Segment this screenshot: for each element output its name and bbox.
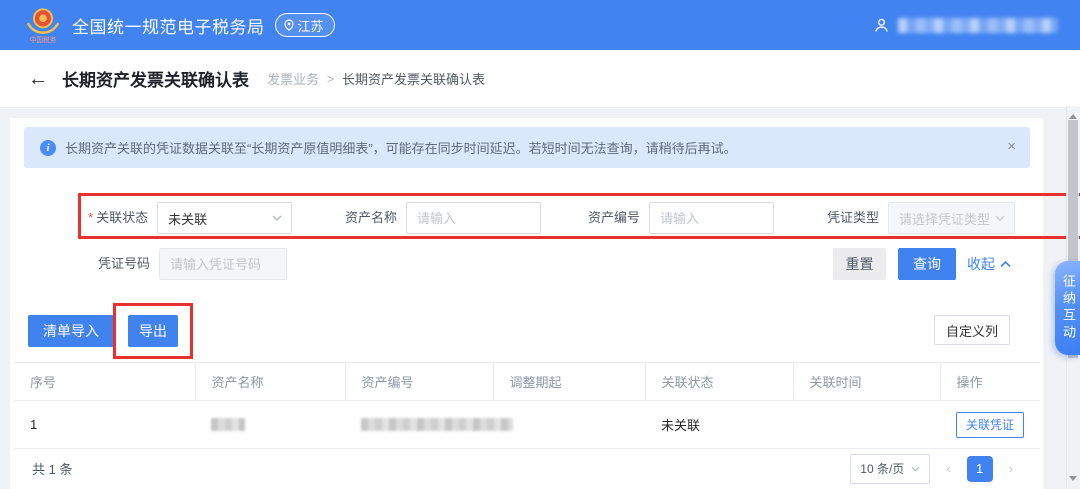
filter-asset-name: 资产名称: [345, 202, 542, 234]
asset-code-label: 资产编号: [588, 210, 641, 225]
table-header: 序号 资产名称 资产编号 调整期起 关联状态 关联时间 操作: [14, 362, 1040, 401]
info-icon: i: [40, 139, 56, 156]
export-button[interactable]: 导出: [128, 315, 178, 347]
assets-table: 序号 资产名称 资产编号 调整期起 关联状态 关联时间 操作 1 未关联 关联凭…: [14, 362, 1040, 449]
voucher-no-input: [159, 248, 288, 280]
col-link-time: 关联时间: [793, 362, 941, 401]
tax-bureau-logo: 中国税务: [26, 8, 60, 44]
col-asset-name: 资产名称: [195, 362, 346, 401]
required-mark: *: [88, 210, 94, 225]
col-operation: 操作: [940, 362, 1040, 401]
col-link-status: 关联状态: [645, 362, 794, 401]
total-count: 共 1 条: [32, 462, 73, 477]
voucher-type-label: 凭证类型: [827, 210, 880, 225]
export-button-wrap: 导出: [113, 303, 193, 359]
cell-adjust-period: [493, 400, 645, 449]
page-body: i 长期资产关联的凭证数据关联至“长期资产原值明细表”，可能存在同步时间延迟。若…: [0, 108, 1080, 489]
breadcrumb-row: ← 长期资产发票关联确认表 发票业务 > 长期资产发票关联确认表: [0, 50, 1080, 108]
page-size-select[interactable]: 10 条/页: [850, 453, 931, 484]
user-account[interactable]: [873, 17, 1058, 34]
chevron-up-icon: [1000, 260, 1011, 268]
filter-voucher-no: 凭证号码: [98, 248, 288, 280]
content-card: i 长期资产关联的凭证数据关联至“长期资产原值明细表”，可能存在同步时间延迟。若…: [10, 118, 1080, 489]
chevron-down-icon: [911, 466, 920, 472]
voucher-type-select: 请选择凭证类型: [888, 202, 1016, 234]
scroll-down-icon[interactable]: [1069, 476, 1077, 485]
link-status-select[interactable]: 未关联: [157, 202, 293, 234]
page-title: 长期资产发票关联确认表: [62, 71, 249, 90]
prev-page-button[interactable]: ‹: [944, 462, 952, 475]
col-index: 序号: [14, 362, 196, 401]
reset-button[interactable]: 重置: [833, 248, 886, 280]
asset-name-input[interactable]: [406, 202, 542, 234]
link-status-label: * 关联状态: [88, 210, 149, 225]
app-title: 全国统一规范电子税务局: [72, 17, 265, 37]
close-icon[interactable]: ×: [1007, 139, 1016, 154]
collapse-toggle[interactable]: 收起: [967, 248, 1011, 280]
back-button[interactable]: ←: [28, 69, 48, 89]
cell-asset-code-masked: [345, 400, 513, 449]
breadcrumb-separator-icon: >: [327, 71, 335, 86]
info-banner: i 长期资产关联的凭证数据关联至“长期资产原值明细表”，可能存在同步时间延迟。若…: [24, 127, 1030, 168]
import-list-button[interactable]: 清单导入: [28, 315, 114, 347]
user-name-masked: [898, 17, 1058, 33]
scroll-up-icon[interactable]: [1069, 110, 1077, 119]
table-footer: 共 1 条 10 条/页 ‹ 1 ›: [14, 448, 1040, 489]
location-badge[interactable]: 江苏: [274, 13, 335, 37]
col-asset-code: 资产编号: [345, 362, 494, 401]
customize-columns-button[interactable]: 自定义列: [934, 315, 1010, 345]
location-label: 江苏: [297, 18, 324, 34]
asset-name-label: 资产名称: [345, 210, 398, 225]
filter-asset-code: 资产编号: [588, 202, 775, 234]
user-icon: [873, 17, 890, 34]
breadcrumb-section[interactable]: 发票业务: [267, 69, 319, 88]
info-banner-text: 长期资产关联的凭证数据关联至“长期资产原值明细表”，可能存在同步时间延迟。若短时…: [65, 141, 737, 156]
breadcrumb-current: 长期资产发票关联确认表: [342, 72, 486, 87]
table-row: 1 未关联 关联凭证: [14, 400, 1040, 449]
query-button[interactable]: 查询: [898, 248, 956, 280]
cell-operation: 关联凭证: [940, 400, 1040, 449]
cell-index: 1: [14, 400, 195, 449]
breadcrumb: 发票业务 > 长期资产发票关联确认表: [267, 69, 485, 88]
page-size-value: 10 条/页: [860, 462, 905, 476]
voucher-no-label: 凭证号码: [98, 256, 151, 271]
chevron-down-icon: [272, 215, 282, 221]
asset-code-input[interactable]: [649, 202, 775, 234]
svg-text:中国税务: 中国税务: [30, 35, 57, 44]
app-header: 中国税务 全国统一规范电子税务局 江苏: [0, 0, 1080, 50]
cell-link-status: 未关联: [645, 400, 793, 449]
side-tab-label: 征纳互动: [1061, 274, 1076, 342]
pagination: 10 条/页 ‹ 1 ›: [850, 453, 1015, 484]
col-adjust-period: 调整期起: [493, 362, 646, 401]
cell-link-time: [793, 400, 940, 449]
location-pin-icon: [283, 19, 295, 31]
link-voucher-button[interactable]: 关联凭证: [956, 411, 1025, 438]
link-status-value: 未关联: [168, 211, 208, 227]
cell-asset-name-masked: [195, 400, 345, 449]
current-page-button[interactable]: 1: [966, 455, 993, 482]
voucher-type-placeholder: 请选择凭证类型: [899, 211, 991, 227]
filter-voucher-type: 凭证类型 请选择凭证类型: [827, 202, 1016, 234]
collapse-label: 收起: [967, 256, 995, 272]
side-tab-interaction[interactable]: 征纳互动: [1055, 261, 1080, 355]
next-page-button[interactable]: ›: [1007, 462, 1015, 475]
chevron-down-icon: [995, 215, 1005, 221]
